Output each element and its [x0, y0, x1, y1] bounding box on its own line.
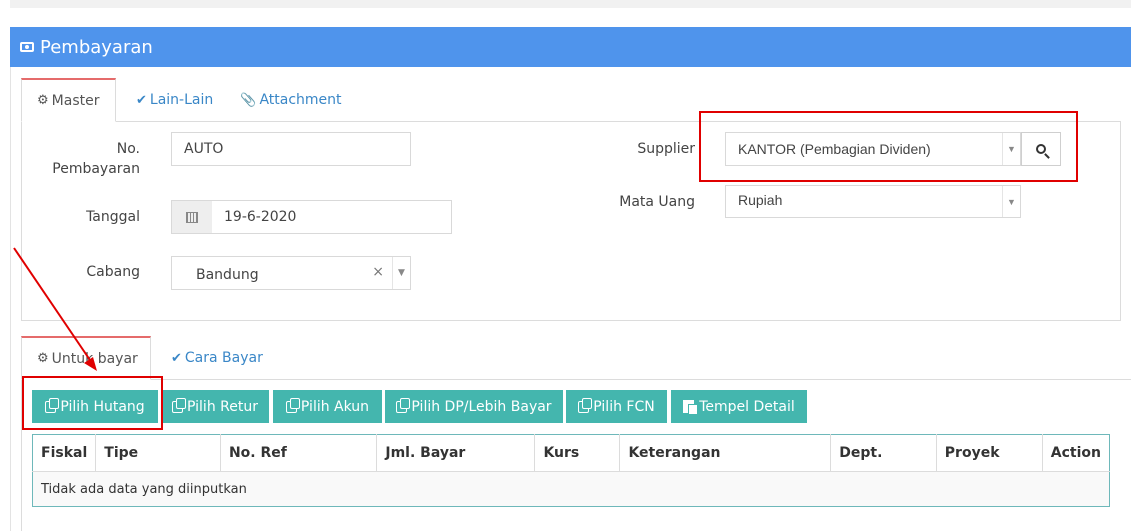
- table-row: Tidak ada data yang diinputkan: [32, 471, 1110, 507]
- check-circle-icon: ✔: [136, 92, 147, 108]
- money-icon: [20, 42, 34, 52]
- pilih-hutang-button[interactable]: Pilih Hutang: [32, 390, 158, 423]
- pilih-retur-button[interactable]: Pilih Retur: [161, 390, 269, 423]
- column-header-proyek[interactable]: Proyek: [936, 434, 1043, 472]
- paperclip-icon: 📎: [240, 92, 257, 108]
- supplier-select[interactable]: KANTOR (Pembagian Dividen) ▼: [725, 132, 1021, 166]
- supplier-search-button[interactable]: [1021, 132, 1061, 166]
- copy-icon: [396, 397, 411, 413]
- column-header-no-ref[interactable]: No. Ref: [220, 434, 378, 472]
- detail-table: Fiskal Tipe No. Ref Jml. Bayar Kurs Kete…: [32, 434, 1110, 507]
- copy-icon: [172, 397, 187, 413]
- tanggal-label: Tanggal: [86, 209, 140, 225]
- mata-uang-select[interactable]: Rupiah ▼: [725, 185, 1021, 218]
- column-header-keterangan[interactable]: Keterangan: [619, 434, 832, 472]
- top-tabs: ⚙ Master ✔ Lain-Lain 📎 Attachment: [21, 78, 357, 122]
- tab-master[interactable]: ⚙ Master: [21, 78, 116, 122]
- bottom-tabs: ⚙ Untuk bayar ✔ Cara Bayar: [21, 336, 278, 380]
- chevron-down-icon: ▼: [1002, 186, 1020, 217]
- panel-title: Pembayaran: [40, 36, 153, 58]
- cogs-icon: ⚙: [37, 93, 49, 108]
- no-pembayaran-field[interactable]: AUTO: [171, 132, 411, 166]
- chevron-down-icon: ▼: [392, 257, 410, 289]
- cabang-label: Cabang: [86, 264, 140, 280]
- supplier-label: Supplier: [637, 141, 695, 157]
- table-header-row: Fiskal Tipe No. Ref Jml. Bayar Kurs Kete…: [32, 434, 1110, 472]
- clear-icon[interactable]: ×: [372, 264, 384, 280]
- calendar-icon: [186, 211, 198, 223]
- pilih-fcn-button[interactable]: Pilih FCN: [566, 390, 667, 423]
- tab-untuk-bayar[interactable]: ⚙ Untuk bayar: [21, 336, 151, 380]
- copy-icon: [578, 397, 593, 413]
- column-header-kurs[interactable]: Kurs: [534, 434, 621, 472]
- check-circle-icon: ✔: [171, 350, 182, 366]
- tab-cara-bayar[interactable]: ✔ Cara Bayar: [151, 336, 278, 380]
- cogs-icon: ⚙: [37, 351, 49, 366]
- column-header-dept[interactable]: Dept.: [830, 434, 937, 472]
- calendar-button[interactable]: [171, 200, 213, 234]
- tempel-detail-button[interactable]: Tempel Detail: [671, 390, 807, 423]
- copy-icon: [45, 397, 60, 413]
- tab-lain-lain[interactable]: ✔ Lain-Lain: [116, 78, 228, 122]
- chevron-down-icon: ▼: [1002, 133, 1020, 165]
- top-strip: [10, 0, 1131, 8]
- pilih-dp-button[interactable]: Pilih DP/Lebih Bayar: [385, 390, 563, 423]
- pilih-akun-button[interactable]: Pilih Akun: [273, 390, 382, 423]
- search-icon: [1036, 144, 1046, 154]
- mata-uang-label: Mata Uang: [619, 194, 695, 210]
- column-header-action: Action: [1042, 434, 1110, 472]
- tanggal-field[interactable]: 19-6-2020: [212, 200, 452, 234]
- copy-icon: [285, 397, 300, 413]
- no-pembayaran-label: No. Pembayaran: [52, 141, 140, 177]
- column-header-tipe[interactable]: Tipe: [95, 434, 221, 472]
- cabang-select[interactable]: Bandung × ▼: [171, 256, 411, 290]
- empty-message: Tidak ada data yang diinputkan: [32, 471, 1110, 507]
- paste-icon: [683, 400, 699, 415]
- tab-attachment[interactable]: 📎 Attachment: [228, 78, 356, 122]
- column-header-fiskal[interactable]: Fiskal: [32, 434, 97, 472]
- panel-header: Pembayaran: [10, 27, 1131, 67]
- column-header-jml-bayar[interactable]: Jml. Bayar: [376, 434, 536, 472]
